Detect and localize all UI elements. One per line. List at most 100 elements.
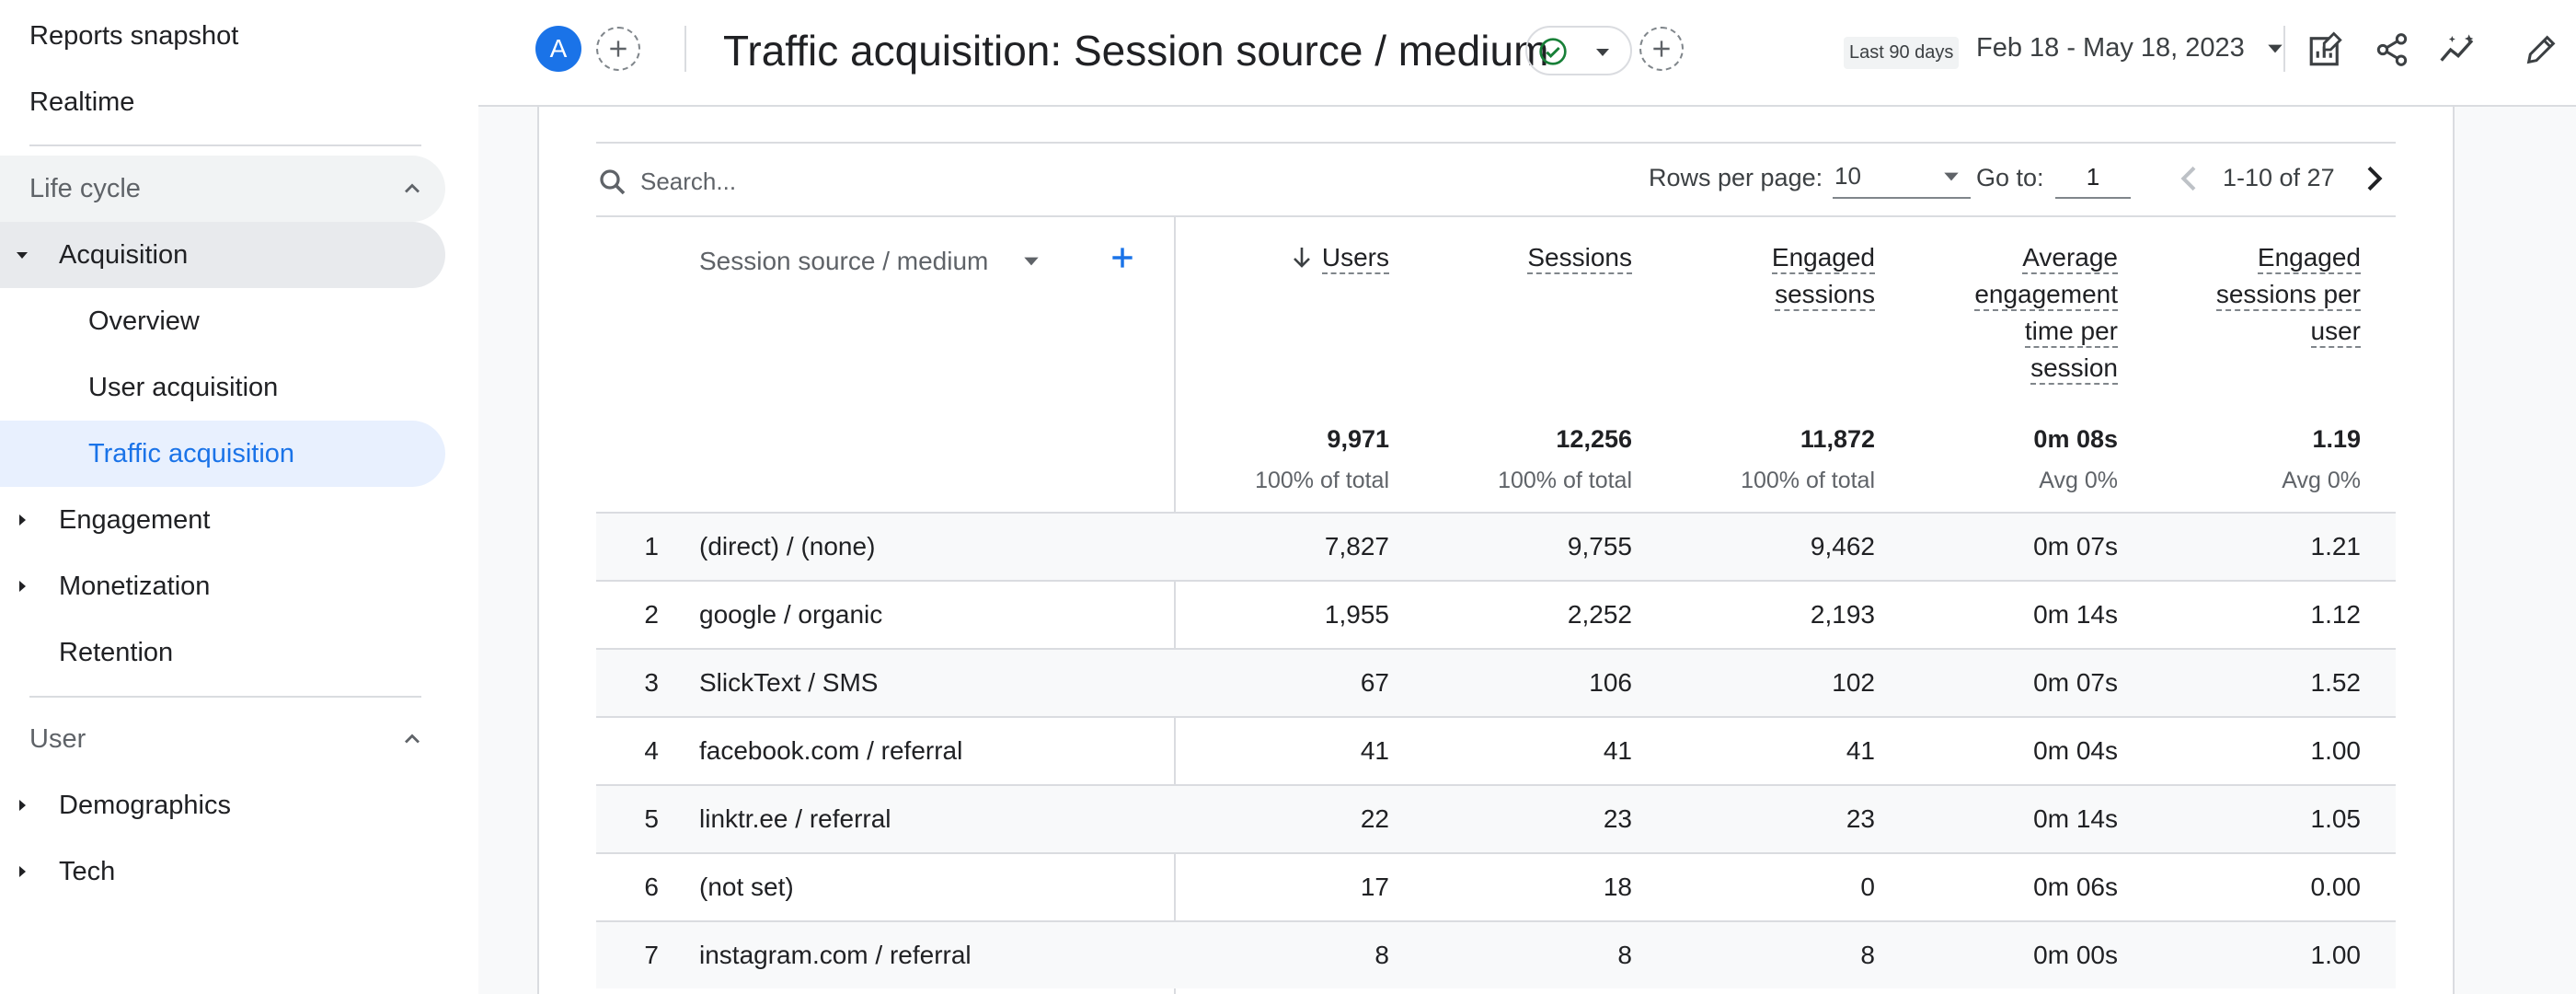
column-header-sessions[interactable]: Sessions	[1430, 239, 1632, 276]
row-source-medium: instagram.com / referral	[699, 941, 972, 969]
column-total-value: 1.19	[2312, 425, 2361, 453]
sidebar-item-acquisition[interactable]: Acquisition	[0, 222, 445, 288]
row-index: 6	[644, 873, 659, 901]
search-icon	[600, 169, 626, 195]
column-total-subtext: 100% of total	[1498, 468, 1632, 493]
row-cell-sessions: 8	[1617, 941, 1632, 969]
row-cell-users: 8	[1374, 941, 1389, 969]
column-header-engaged-sessions-per-user[interactable]: Engaged sessions per user	[2158, 239, 2361, 350]
row-cell-users: 22	[1360, 804, 1389, 833]
avatar-letter: A	[549, 34, 568, 63]
row-index: 1	[644, 532, 659, 561]
row-cell-engaged-sessions-per-user: 1.12	[2310, 600, 2362, 629]
row-cell-avg-engagement-time: 0m 07s	[2033, 532, 2118, 561]
table-row[interactable]: 4 facebook.com / referral 41 41 41 0m 04s 1.00	[596, 716, 2396, 784]
row-cell-sessions: 23	[1603, 804, 1632, 833]
sidebar-section-user[interactable]: User	[0, 706, 445, 772]
caret-down-icon	[17, 252, 28, 259]
row-cell-engaged-sessions: 23	[1846, 804, 1875, 833]
goto-label: Go to:	[1976, 164, 2044, 191]
sidebar-item-tech[interactable]: Tech	[0, 838, 445, 905]
row-cell-users: 17	[1360, 873, 1389, 901]
sidebar-item-overview[interactable]: Overview	[0, 288, 445, 354]
row-index: 7	[644, 941, 659, 969]
caret-right-icon	[19, 581, 26, 592]
caret-down-icon	[1944, 172, 1959, 181]
sidebar-item-monetization[interactable]: Monetization	[0, 553, 445, 619]
column-header-label: Engaged	[1771, 243, 1875, 274]
row-cell-avg-engagement-time: 0m 06s	[2033, 873, 2118, 901]
sidebar-item-demographics[interactable]: Demographics	[0, 772, 445, 838]
insights-button[interactable]	[2432, 24, 2484, 75]
date-range-text: Feb 18 - May 18, 2023	[1976, 33, 2245, 63]
column-header-engaged-sessions[interactable]: Engaged sessions	[1673, 239, 1875, 313]
table-row[interactable]: 6 (not set) 17 18 0 0m 06s 0.00	[596, 852, 2396, 920]
caret-right-icon	[19, 800, 26, 811]
date-preset-label: Last 90 days	[1844, 37, 1960, 69]
row-source-medium: (not set)	[699, 873, 794, 901]
sidebar-item-reports-snapshot[interactable]: Reports snapshot	[29, 3, 238, 69]
column-total-value: 0m 08s	[2033, 425, 2118, 453]
caret-down-icon[interactable]	[1021, 254, 1041, 269]
row-cell-avg-engagement-time: 0m 04s	[2033, 736, 2118, 765]
share-button[interactable]	[2366, 24, 2418, 75]
page-title: Traffic acquisition: Session source / me…	[723, 27, 1549, 75]
table-row[interactable]: 3 SlickText / SMS 67 106 102 0m 07s 1.52	[596, 648, 2396, 716]
sidebar-item-traffic-acquisition[interactable]: Traffic acquisition	[0, 421, 445, 487]
table-row[interactable]: 1 (direct) / (none) 7,827 9,755 9,462 0m 07s 1…	[596, 512, 2396, 580]
customize-report-button[interactable]	[2300, 24, 2352, 75]
rows-per-page-value: 10	[1834, 162, 1861, 190]
sidebar-section-life-cycle[interactable]: Life cycle	[0, 156, 445, 222]
status-dropdown[interactable]	[1525, 26, 1632, 75]
date-range-picker[interactable]: Feb 18 - May 18, 2023	[1976, 33, 2285, 64]
chevron-left-icon[interactable]	[2171, 160, 2208, 197]
edit-button[interactable]	[2515, 24, 2567, 75]
column-header-label: user	[2310, 317, 2361, 348]
row-cell-engaged-sessions-per-user: 0.00	[2310, 873, 2362, 901]
row-index: 3	[644, 668, 659, 697]
row-cell-avg-engagement-time: 0m 14s	[2033, 600, 2118, 629]
dimension-header[interactable]: Session source / medium	[699, 247, 988, 276]
column-header-label: sessions	[1775, 280, 1875, 311]
table-row[interactable]: 2 google / organic 1,955 2,252 2,193 0m 14s 1.…	[596, 580, 2396, 648]
row-index: 4	[644, 736, 659, 765]
sidebar-item-label: Acquisition	[59, 239, 189, 270]
sidebar-item-label: Traffic acquisition	[88, 438, 295, 468]
row-cell-engaged-sessions-per-user: 1.05	[2310, 804, 2362, 833]
row-cell-sessions: 41	[1603, 736, 1632, 765]
column-total-value: 9,971	[1327, 425, 1389, 453]
add-dimension-icon[interactable]	[1108, 243, 1137, 272]
sidebar-nav: Reports snapshot Realtime Life cycle Acq…	[0, 0, 478, 994]
sidebar-item-label: User acquisition	[88, 372, 279, 402]
table-row[interactable]: 5 linktr.ee / referral 22 23 23 0m 14s 1.05	[596, 784, 2396, 852]
column-total-subtext: Avg 0%	[2039, 468, 2118, 493]
row-cell-engaged-sessions-per-user: 1.21	[2310, 532, 2362, 561]
add-filter-button[interactable]	[1639, 27, 1684, 71]
sidebar-item-label: Tech	[59, 856, 116, 886]
rows-per-page-select[interactable]: 10	[1833, 156, 1971, 199]
dimension-header-label: Session source / medium	[699, 247, 989, 275]
column-header-avg-engagement-time[interactable]: Average engagement time per session	[1915, 239, 2118, 387]
chevron-right-icon[interactable]	[2355, 160, 2392, 197]
goto-page-input[interactable]	[2055, 156, 2131, 199]
column-total-subtext: 100% of total	[1255, 468, 1389, 493]
row-cell-avg-engagement-time: 0m 07s	[2033, 668, 2118, 697]
table-toolbar-border	[596, 215, 2396, 217]
row-cell-sessions: 106	[1589, 668, 1632, 697]
row-cell-engaged-sessions: 8	[1860, 941, 1875, 969]
row-cell-users: 67	[1360, 668, 1389, 697]
row-index: 2	[644, 600, 659, 629]
sidebar-item-user-acquisition[interactable]: User acquisition	[0, 354, 445, 421]
row-cell-engaged-sessions-per-user: 1.00	[2310, 941, 2362, 969]
search-input[interactable]	[640, 160, 1192, 202]
row-cell-engaged-sessions: 41	[1846, 736, 1875, 765]
sidebar-item-engagement[interactable]: Engagement	[0, 487, 445, 553]
add-comparison-button[interactable]	[596, 27, 640, 71]
row-source-medium: facebook.com / referral	[699, 736, 963, 765]
edit-chart-icon	[2309, 31, 2342, 66]
table-row[interactable]: 7 instagram.com / referral 8 8 8 0m 00s 1.00	[596, 920, 2396, 988]
sidebar-item-realtime[interactable]: Realtime	[29, 69, 134, 135]
sidebar-item-retention[interactable]: Retention	[0, 619, 445, 686]
column-header-users[interactable]: Users	[1187, 239, 1389, 276]
avatar[interactable]: A	[535, 26, 581, 72]
